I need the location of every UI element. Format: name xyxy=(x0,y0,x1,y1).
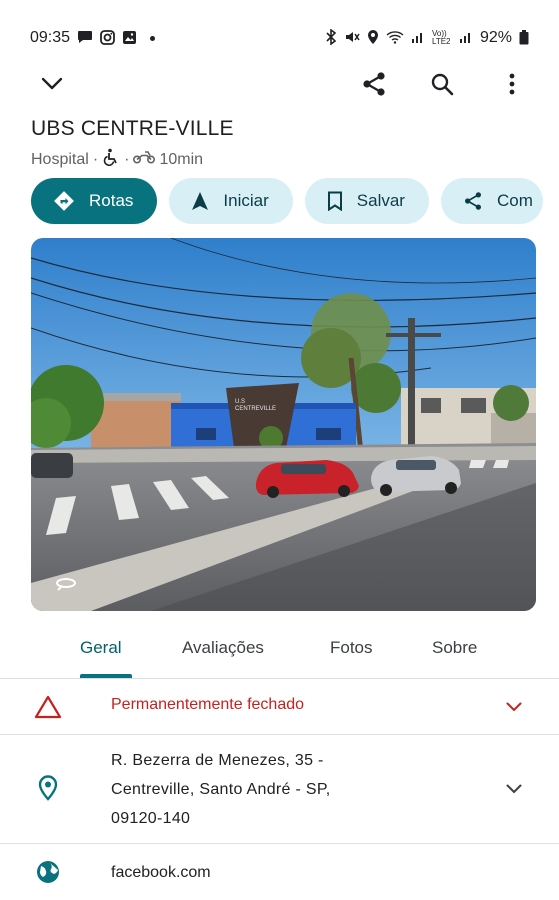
building-sign-line1: U.S xyxy=(235,399,245,405)
signal-icon xyxy=(411,30,425,46)
chevron-down-icon xyxy=(41,77,63,90)
tab-photos[interactable]: Fotos xyxy=(330,638,373,658)
collapse-button[interactable] xyxy=(32,64,72,104)
battery-percent: 92% xyxy=(479,29,512,46)
signal-icon-2 xyxy=(459,30,473,46)
search-icon xyxy=(431,73,454,96)
bluetooth-icon xyxy=(325,28,337,47)
mute-icon xyxy=(344,29,360,47)
save-button[interactable]: Salvar xyxy=(304,178,429,224)
status-right: Vo)) LTE2 92% xyxy=(325,28,529,47)
place-subtitle: Hospital · · 10min xyxy=(31,148,203,171)
wifi-icon xyxy=(386,30,404,46)
tabs-divider xyxy=(0,678,559,679)
tab-about[interactable]: Sobre xyxy=(432,638,477,658)
directions-button[interactable]: Rotas xyxy=(31,178,158,224)
action-chips: Rotas Iniciar Salvar Com xyxy=(31,178,559,224)
place-category: Hospital xyxy=(31,150,89,168)
travel-time: 10min xyxy=(159,150,204,168)
website-row[interactable]: facebook.com xyxy=(0,844,559,900)
instagram-icon xyxy=(100,29,115,47)
top-toolbar xyxy=(0,64,559,104)
warning-icon xyxy=(33,692,63,722)
closed-status-text: Permanentemente fechado xyxy=(111,696,305,713)
share-icon xyxy=(363,72,385,96)
tab-overview[interactable]: Geral xyxy=(80,638,122,658)
address-text: R. Bezerra de Menezes, 35 - Centreville,… xyxy=(111,746,331,833)
separator-2: · xyxy=(124,150,130,168)
building-sign-line2: CENTREVILLE xyxy=(235,406,276,412)
chat-icon xyxy=(77,30,93,46)
start-button[interactable]: Iniciar xyxy=(169,178,293,224)
chevron-down-icon[interactable] xyxy=(503,696,525,718)
closed-status-row[interactable]: Permanentemente fechado xyxy=(0,680,559,734)
directions-label: Rotas xyxy=(89,191,134,210)
share-chip-button[interactable]: Com xyxy=(440,178,543,224)
place-title: UBS CENTRE-VILLE xyxy=(31,117,234,140)
website-link[interactable]: facebook.com xyxy=(111,864,211,882)
location-pin-icon xyxy=(33,773,63,803)
start-label: Iniciar xyxy=(223,191,269,210)
battery-icon xyxy=(519,29,529,47)
gallery-icon xyxy=(122,30,137,47)
tab-bar: Geral Avaliações Fotos Sobre xyxy=(0,630,559,678)
location-icon xyxy=(367,29,379,47)
expand-address-icon[interactable] xyxy=(503,778,525,800)
tab-reviews[interactable]: Avaliações xyxy=(182,638,264,658)
status-bar: 09:35 Vo)) LTE2 92% xyxy=(30,24,529,52)
street-scene-image: U.S CENTREVILLE xyxy=(31,238,536,611)
address-line-3: 09120-140 xyxy=(111,810,191,827)
address-line-2: Centreville, Santo André - SP, xyxy=(111,781,331,798)
globe-icon xyxy=(33,857,63,887)
more-vert-icon xyxy=(509,73,515,95)
address-row[interactable]: R. Bezerra de Menezes, 35 - Centreville,… xyxy=(0,735,559,843)
motorcycle-icon xyxy=(133,150,156,169)
wheelchair-icon xyxy=(102,148,120,171)
more-options-button[interactable] xyxy=(492,64,532,104)
save-label: Salvar xyxy=(356,191,405,210)
separator: · xyxy=(92,150,99,168)
street-view-photo[interactable]: U.S CENTREVILLE xyxy=(31,238,536,611)
navigation-arrow-icon xyxy=(192,192,209,210)
network-type: Vo)) LTE2 xyxy=(431,29,451,46)
share-button[interactable] xyxy=(354,64,394,104)
notification-dot-icon xyxy=(150,35,156,41)
search-button[interactable] xyxy=(422,64,462,104)
directions-icon xyxy=(54,191,74,211)
address-line-1: R. Bezerra de Menezes, 35 - xyxy=(111,752,324,769)
share-chip-label: Com xyxy=(496,191,533,210)
share-icon xyxy=(464,192,481,210)
status-time: 09:35 xyxy=(30,29,71,46)
bookmark-icon xyxy=(327,191,342,211)
status-left: 09:35 xyxy=(30,29,156,47)
